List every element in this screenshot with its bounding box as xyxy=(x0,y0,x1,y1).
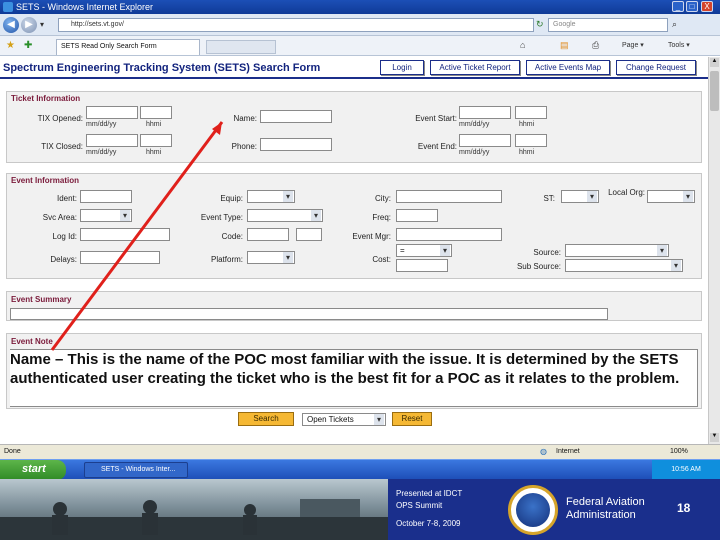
agency-name-line1: Federal Aviation xyxy=(566,496,645,508)
globe-icon: ◍ xyxy=(540,447,547,456)
taskbar: start SETS - Windows Inter... 10:56 AM xyxy=(0,459,720,480)
agency-name-line2: Administration xyxy=(566,509,636,521)
presented-at-line2: OPS Summit xyxy=(396,501,443,510)
control-tower-photo xyxy=(0,479,388,540)
slide-footer: Presented at IDCT OPS Summit October 7-8… xyxy=(0,479,720,540)
slide-page-number: 18 xyxy=(677,501,691,515)
arrow-line xyxy=(50,121,224,351)
presented-at-line1: Presented at IDCT xyxy=(396,489,463,498)
status-bar: Done ◍ Internet 100% xyxy=(0,444,720,459)
zone-label: Internet xyxy=(556,448,580,455)
taskbar-item-ie[interactable]: SETS - Windows Inter... xyxy=(84,462,188,478)
zoom-level[interactable]: 100% xyxy=(670,448,688,455)
photo-silhouettes xyxy=(0,499,388,540)
start-button[interactable]: start xyxy=(0,460,66,480)
status-text: Done xyxy=(4,448,21,455)
system-clock: 10:56 AM xyxy=(652,460,720,480)
faa-seal-logo xyxy=(508,485,558,535)
presentation-date: October 7-8, 2009 xyxy=(396,519,461,528)
seal-center xyxy=(516,493,550,527)
